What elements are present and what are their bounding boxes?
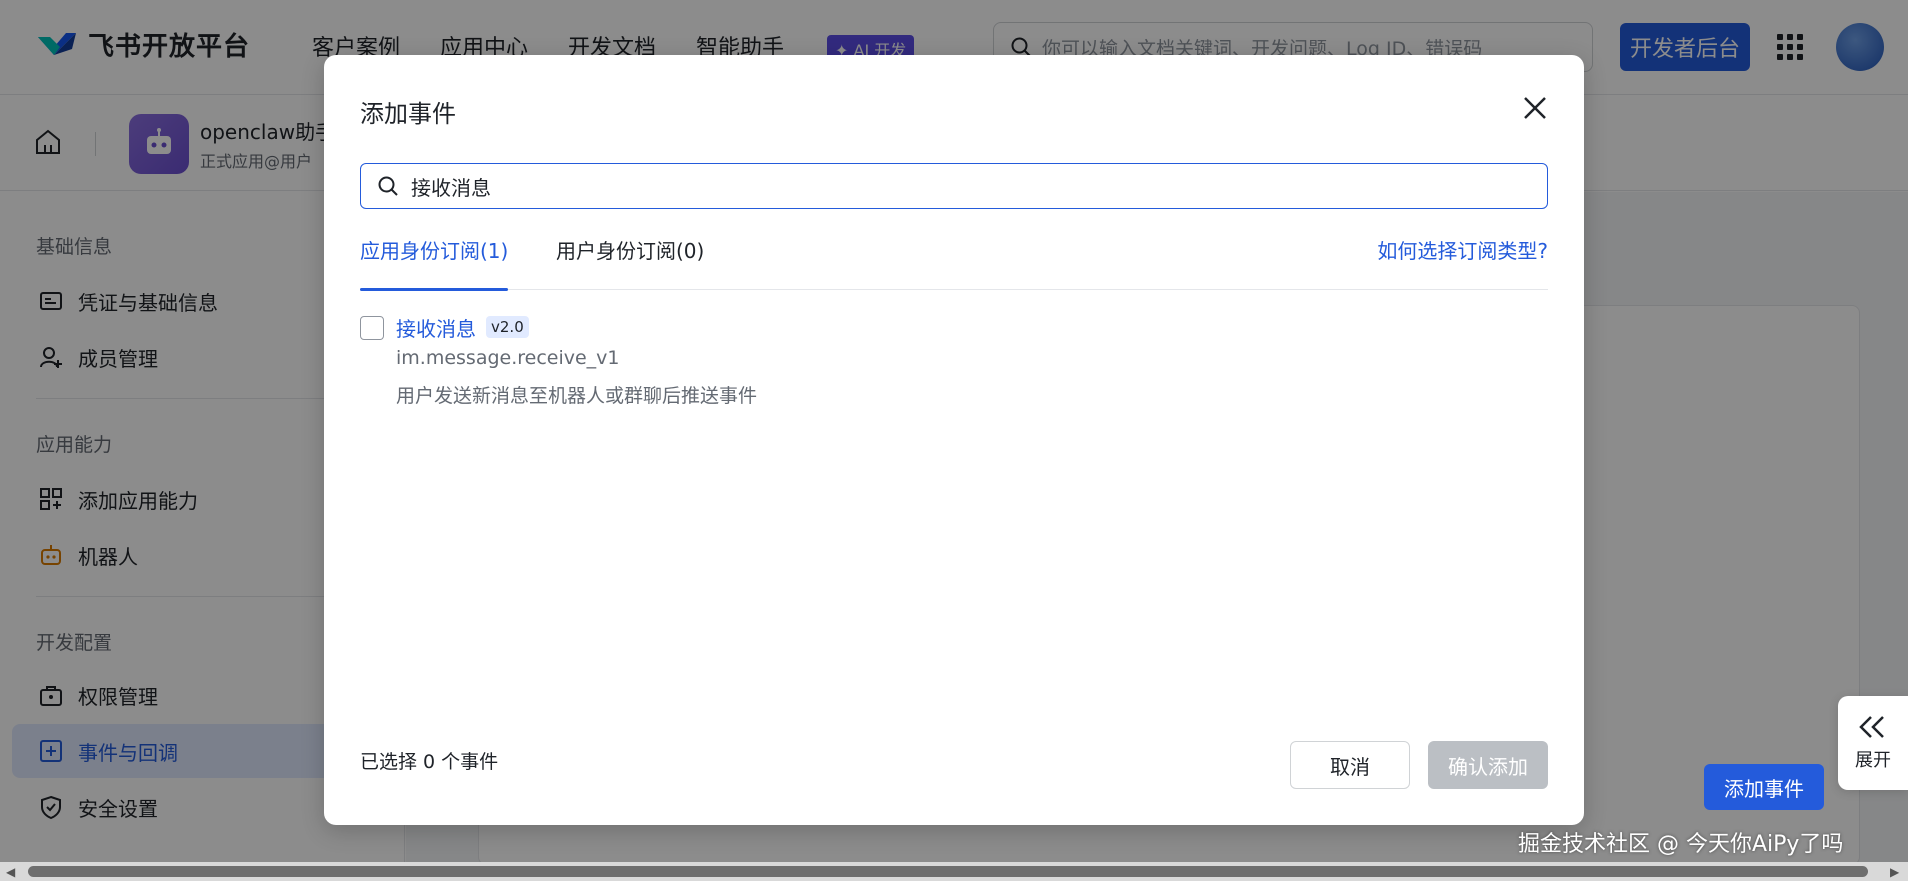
tab-app-identity[interactable]: 应用身份订阅(1) <box>360 235 509 291</box>
expand-panel[interactable]: 展开 <box>1838 696 1908 790</box>
scroll-left-icon[interactable]: ◀ <box>6 865 15 879</box>
event-key: im.message.receive_v1 <box>396 347 620 369</box>
event-version-badge: v2.0 <box>486 316 529 338</box>
horizontal-scrollbar[interactable]: ◀ ▶ <box>0 862 1908 881</box>
subscription-help-link[interactable]: 如何选择订阅类型? <box>1377 235 1548 264</box>
add-event-dialog: 添加事件 应用身份订阅(1) 用户身份订阅(0) 如何选择订阅类型? 接收消息 … <box>324 55 1584 825</box>
event-search-field <box>360 163 1548 209</box>
event-checkbox[interactable] <box>360 316 384 340</box>
close-icon[interactable] <box>1520 93 1550 123</box>
expand-label: 展开 <box>1855 750 1891 771</box>
event-search-input[interactable] <box>411 174 1511 198</box>
scrollbar-thumb[interactable] <box>28 866 1868 877</box>
confirm-add-button[interactable]: 确认添加 <box>1428 741 1548 789</box>
subscription-tabs: 应用身份订阅(1) 用户身份订阅(0) 如何选择订阅类型? <box>360 235 1548 291</box>
dialog-title: 添加事件 <box>360 100 456 128</box>
search-icon <box>378 176 398 196</box>
tab-user-identity[interactable]: 用户身份订阅(0) <box>556 235 704 290</box>
add-event-background-button[interactable]: 添加事件 <box>1704 764 1824 810</box>
selected-count: 已选择 0 个事件 <box>360 751 499 773</box>
scroll-right-icon[interactable]: ▶ <box>1890 865 1899 879</box>
event-name[interactable]: 接收消息 <box>396 313 476 342</box>
event-description: 用户发送新消息至机器人或群聊后推送事件 <box>396 385 758 407</box>
double-chevron-left-icon <box>1859 716 1884 738</box>
cancel-button[interactable]: 取消 <box>1290 741 1410 789</box>
watermark: 掘金技术社区 @ 今天你AiPy了吗 <box>1518 832 1844 857</box>
